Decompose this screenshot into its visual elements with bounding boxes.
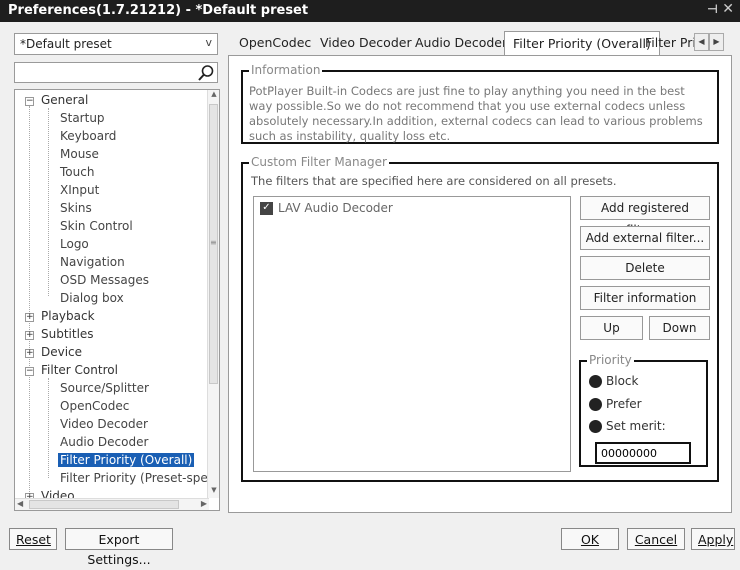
tab-audio-decoder[interactable]: Audio Decoder <box>415 33 507 55</box>
add-external-filter-button[interactable]: Add external filter... <box>580 226 710 250</box>
priority-group: Priority Block Prefer Set merit: <box>579 353 708 467</box>
tree-item-xinput[interactable]: XInput <box>60 182 99 200</box>
filter-name: LAV Audio Decoder <box>278 201 393 215</box>
tree-item-skin-control[interactable]: Skin Control <box>60 218 133 236</box>
apply-button[interactable]: Apply <box>691 528 735 550</box>
tab-scroll-left-icon[interactable]: ◀ <box>694 33 709 51</box>
tab-scroll-right-icon[interactable]: ▶ <box>709 33 724 51</box>
radio-button[interactable] <box>589 398 602 411</box>
merit-value-input[interactable] <box>595 442 691 464</box>
move-down-button[interactable]: Down <box>649 316 710 340</box>
tree-item-keyboard[interactable]: Keyboard <box>60 128 116 146</box>
move-up-button[interactable]: Up <box>580 316 643 340</box>
close-icon[interactable]: ✕ <box>722 1 734 17</box>
expand-icon[interactable]: + <box>25 313 34 322</box>
tree-item-logo[interactable]: Logo <box>60 236 89 254</box>
search-icon[interactable] <box>197 64 215 82</box>
filter-list[interactable]: ✓ LAV Audio Decoder <box>253 196 571 472</box>
search-box[interactable] <box>14 62 218 83</box>
tree-item-source-splitter[interactable]: Source/Splitter <box>60 380 149 398</box>
scroll-left-icon[interactable]: ◀ <box>17 499 23 508</box>
collapse-icon[interactable]: − <box>25 97 34 106</box>
title-bar: Preferences(1.7.21212) - *Default preset… <box>0 0 740 22</box>
settings-tree[interactable]: − General Startup Keyboard Mouse Touch X… <box>14 89 220 511</box>
preset-selected-value: *Default preset <box>20 37 112 51</box>
window-title: Preferences(1.7.21212) - *Default preset <box>8 3 309 18</box>
search-input[interactable] <box>17 64 193 81</box>
tree-connector <box>48 378 49 478</box>
pin-icon[interactable]: ⊣ <box>707 2 718 16</box>
filter-manager-description: The filters that are specified here are … <box>251 174 617 188</box>
scroll-right-icon[interactable]: ▶ <box>201 499 207 508</box>
tree-item-touch[interactable]: Touch <box>60 164 94 182</box>
collapse-icon[interactable]: − <box>25 367 34 376</box>
information-text: PotPlayer Built-in Codecs are just fine … <box>249 84 703 143</box>
tree-item-filter-priority-preset[interactable]: Filter Priority (Preset-specific) <box>60 470 219 488</box>
expand-icon[interactable]: + <box>25 349 34 358</box>
tab-strip: OpenCodec Video Decoder Audio Decoder Fi… <box>230 31 720 57</box>
ok-button[interactable]: OK <box>561 528 619 550</box>
tree-connector <box>48 108 49 296</box>
tree-item-filter-priority-overall[interactable]: Filter Priority (Overall) <box>58 452 195 470</box>
tree-horizontal-scrollbar[interactable]: ◀ ▶ <box>15 498 209 510</box>
tree-item-dialog-box[interactable]: Dialog box <box>60 290 124 308</box>
tree-item-startup[interactable]: Startup <box>60 110 105 128</box>
filter-information-button[interactable]: Filter information <box>580 286 710 310</box>
tree-item-mouse[interactable]: Mouse <box>60 146 99 164</box>
chevron-down-icon: v <box>205 36 212 49</box>
reset-button[interactable]: Reset <box>9 528 57 550</box>
scrollbar-thumb[interactable] <box>29 500 179 509</box>
information-label: Information <box>249 63 323 77</box>
tab-scroll-controls: ◀ ▶ <box>694 33 724 51</box>
tree-item-video-decoder[interactable]: Video Decoder <box>60 416 148 434</box>
cancel-button[interactable]: Cancel <box>627 528 685 550</box>
tree-item-navigation[interactable]: Navigation <box>60 254 125 272</box>
scroll-down-icon[interactable]: ▼ <box>208 486 219 498</box>
export-settings-button[interactable]: Export Settings... <box>65 528 173 567</box>
radio-button[interactable] <box>589 375 602 388</box>
delete-button[interactable]: Delete <box>580 256 710 280</box>
tree-vertical-scrollbar[interactable]: ▲ ≡ ▼ <box>207 90 219 498</box>
tab-video-decoder[interactable]: Video Decoder <box>320 33 412 55</box>
information-group: Information PotPlayer Built-in Codecs ar… <box>241 63 719 144</box>
filter-priority-panel: Information PotPlayer Built-in Codecs ar… <box>228 55 732 513</box>
custom-filter-manager-label: Custom Filter Manager <box>249 155 389 169</box>
radio-button[interactable] <box>589 420 602 433</box>
tree-item-opencodec[interactable]: OpenCodec <box>60 398 129 416</box>
tab-filter-priority-overall[interactable]: Filter Priority (Overall) <box>504 31 660 57</box>
preset-dropdown[interactable]: *Default preset v <box>14 33 218 55</box>
add-registered-filter-button[interactable]: Add registered filter... <box>580 196 710 237</box>
tree-connector <box>29 106 30 504</box>
tree-item-audio-decoder[interactable]: Audio Decoder <box>60 434 148 452</box>
tree-item-skins[interactable]: Skins <box>60 200 92 218</box>
custom-filter-manager-group: Custom Filter Manager The filters that a… <box>241 155 719 482</box>
checkbox-checked-icon[interactable]: ✓ <box>260 202 273 215</box>
priority-label: Priority <box>587 353 634 367</box>
expand-icon[interactable]: + <box>25 331 34 340</box>
grip-icon: ≡ <box>210 238 217 247</box>
tree-item-osd-messages[interactable]: OSD Messages <box>60 272 149 290</box>
scroll-up-icon[interactable]: ▲ <box>208 90 219 102</box>
tab-opencodec[interactable]: OpenCodec <box>239 33 311 55</box>
